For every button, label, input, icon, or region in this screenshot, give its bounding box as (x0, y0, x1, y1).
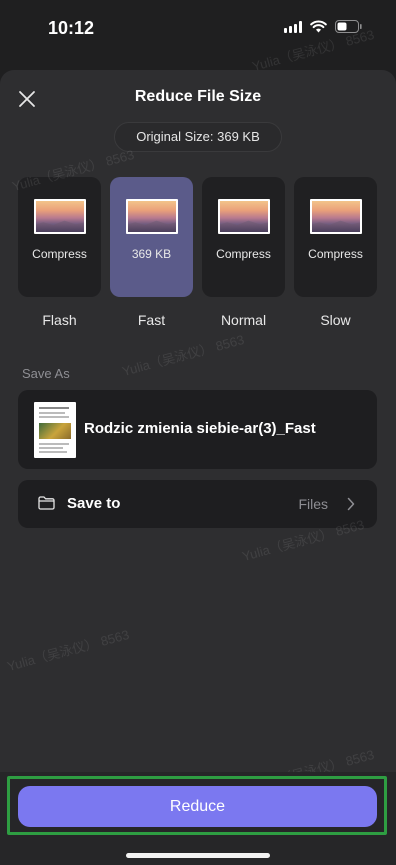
page-title: Reduce File Size (134, 88, 262, 105)
wifi-icon (310, 20, 327, 33)
option-card: Compress (18, 177, 101, 297)
status-bar: 10:12 (0, 0, 396, 62)
file-name-card[interactable]: Rodzic zmienia siebie-ar(3)_Fast (18, 390, 377, 469)
original-size-badge: Original Size: 369 KB (114, 122, 282, 152)
option-normal[interactable]: Compress Normal (202, 177, 285, 328)
option-slow[interactable]: Compress Slow (294, 177, 377, 328)
save-to-value: Files (298, 496, 328, 512)
home-indicator (126, 853, 270, 858)
option-size: Compress (308, 247, 363, 261)
folder-icon (38, 496, 55, 510)
save-as-label: Save As (22, 366, 70, 381)
document-thumbnail (34, 402, 76, 458)
option-label: Flash (42, 312, 77, 328)
option-size: Compress (32, 247, 87, 261)
status-time: 10:12 (48, 18, 95, 38)
image-thumbnail (218, 199, 270, 234)
option-label: Slow (320, 312, 351, 328)
image-thumbnail (126, 199, 178, 234)
reduce-button[interactable]: Reduce (18, 786, 377, 827)
option-card: Compress (202, 177, 285, 297)
status-icons (284, 20, 362, 33)
option-label: Fast (137, 312, 166, 328)
option-label: Normal (220, 312, 267, 328)
image-thumbnail (34, 199, 86, 234)
save-to-label: Save to (67, 495, 121, 512)
save-to-row[interactable]: Save to Files (18, 480, 377, 528)
option-flash[interactable]: Compress Flash (18, 177, 101, 328)
option-fast[interactable]: 369 KB Fast (110, 177, 193, 328)
option-size: Compress (216, 247, 271, 261)
file-name: Rodzic zmienia siebie-ar(3)_Fast (84, 420, 316, 437)
option-size: 369 KB (131, 247, 172, 261)
image-thumbnail (310, 199, 362, 234)
battery-icon (335, 20, 362, 33)
option-card-selected: 369 KB (110, 177, 193, 297)
chevron-right-icon (347, 497, 355, 511)
reduce-file-size-sheet: Reduce File Size Original Size: 369 KB C… (0, 70, 396, 865)
option-card: Compress (294, 177, 377, 297)
cellular-signal-icon (284, 20, 302, 33)
